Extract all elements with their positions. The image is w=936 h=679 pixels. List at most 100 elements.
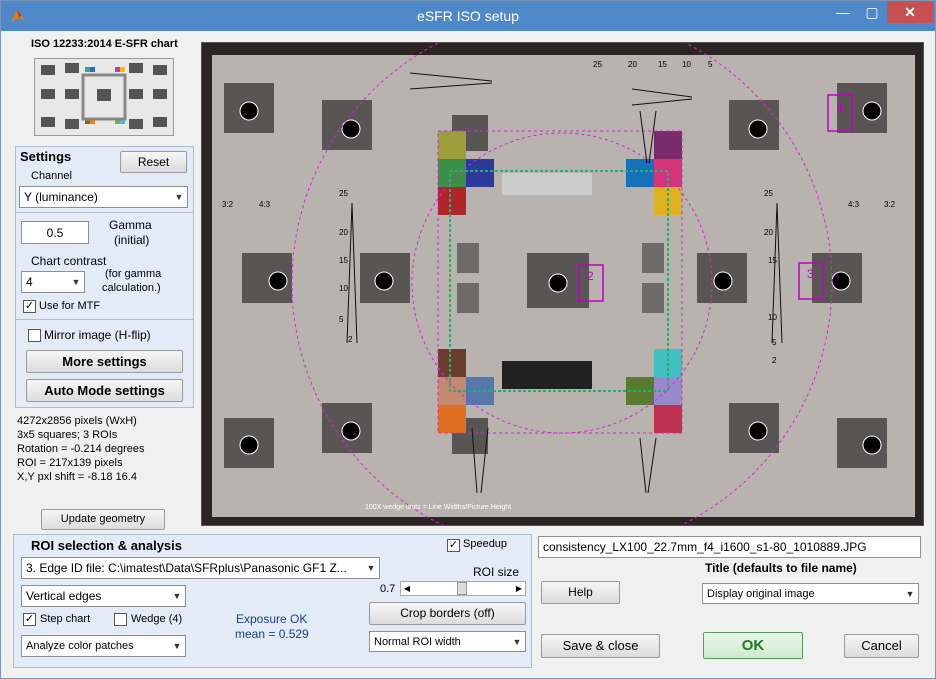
left-scale-2: 2 [348, 335, 353, 344]
channel-select[interactable]: Y (luminance) ▼ [19, 186, 188, 208]
help-button[interactable]: Help [541, 581, 620, 604]
image-size-info: 4272x2856 pixels (WxH) [17, 415, 137, 427]
left-scale-10: 10 [339, 284, 348, 293]
update-geometry-button[interactable]: Update geometry [41, 509, 165, 530]
contrast-note-2: calculation.) [102, 282, 161, 294]
chevron-down-icon: ▼ [512, 637, 522, 647]
divider [16, 319, 193, 320]
more-settings-button[interactable]: More settings [26, 350, 183, 373]
aspect-43-left: 4:3 [259, 200, 271, 209]
analyze-value: Analyze color patches [26, 640, 134, 652]
chevron-down-icon: ▼ [905, 589, 915, 599]
right-scale-15: 15 [768, 256, 777, 265]
wedge-label: Wedge (4) [131, 613, 183, 625]
edge-id-select[interactable]: 3. Edge ID file: C:\imatest\Data\SFRplus… [21, 557, 380, 579]
chart-thumbnail-graphic [35, 59, 173, 135]
top-scale-5: 5 [708, 60, 713, 69]
chevron-down-icon: ▼ [172, 591, 182, 601]
edges-select[interactable]: Vertical edges ▼ [21, 585, 186, 607]
chevron-right-icon[interactable]: ▶ [513, 582, 525, 595]
close-button[interactable]: ✕ [887, 1, 933, 23]
speedup-label: Speedup [463, 538, 508, 550]
top-scale-15: 15 [658, 60, 667, 69]
top-scale-20: 20 [628, 60, 637, 69]
reset-button[interactable]: Reset [120, 151, 187, 173]
chart-contrast-select[interactable]: 4 ▼ [21, 271, 85, 293]
roi-number-2: 2 [587, 269, 594, 283]
roi-number-3: 3 [807, 267, 814, 281]
use-for-mtf-checkbox[interactable]: ✓ [23, 300, 36, 313]
roi-width-value: Normal ROI width [374, 636, 461, 648]
chart-title: ISO 12233:2014 E-SFR chart [31, 38, 178, 50]
display-value: Display original image [707, 588, 815, 600]
chevron-left-icon[interactable]: ◀ [401, 582, 413, 595]
roi-panel-title: ROI selection & analysis [31, 538, 183, 553]
gamma-sublabel: (initial) [114, 233, 150, 247]
save-close-button[interactable]: Save & close [541, 634, 660, 658]
slider-thumb[interactable] [457, 582, 467, 595]
aspect-32-right: 3:2 [884, 200, 896, 209]
wedge-caption: 100X wedge units = Line Widths/Picture H… [365, 504, 512, 511]
right-scale-10: 10 [768, 313, 777, 322]
mirror-image-checkbox[interactable] [28, 329, 41, 342]
wedge-checkbox[interactable] [114, 613, 127, 626]
mirror-image-label: Mirror image (H-flip) [44, 328, 151, 342]
roi-number-1: 1 [837, 100, 844, 114]
esfr-window: eSFR ISO setup — ▢ ✕ ISO 12233:2014 E-SF… [0, 0, 936, 679]
chart-contrast-value: 4 [26, 275, 33, 289]
chevron-down-icon: ▼ [174, 192, 184, 202]
channel-value: Y (luminance) [24, 190, 98, 204]
aspect-32-left: 3:2 [222, 200, 234, 209]
divider [16, 212, 193, 213]
cancel-button[interactable]: Cancel [844, 634, 919, 658]
exposure-status: Exposure OK [236, 612, 308, 626]
right-scale-25: 25 [764, 189, 773, 198]
title-input[interactable]: consistency_LX100_22.7mm_f4_i1600_s1-80_… [538, 536, 921, 558]
speedup-checkbox[interactable]: ✓ [447, 539, 460, 552]
top-scale-25: 25 [593, 60, 602, 69]
pixel-shift-info: X,Y pxl shift = -8.18 16.4 [17, 471, 137, 483]
edge-id-value: 3. Edge ID file: C:\imatest\Data\SFRplus… [26, 561, 347, 575]
chevron-down-icon: ▼ [71, 277, 81, 287]
chevron-down-icon: ▼ [366, 563, 376, 573]
minimize-button[interactable]: — [829, 1, 857, 23]
settings-title: Settings [20, 149, 72, 164]
edges-value: Vertical edges [26, 589, 102, 603]
crop-borders-button[interactable]: Crop borders (off) [369, 602, 526, 625]
roi-width-select[interactable]: Normal ROI width ▼ [369, 631, 526, 652]
rotation-info: Rotation = -0.214 degrees [17, 443, 145, 455]
roi-size-label: ROI size [473, 565, 520, 579]
channel-label: Channel [31, 170, 72, 182]
display-select[interactable]: Display original image ▼ [702, 583, 919, 604]
auto-mode-settings-button[interactable]: Auto Mode settings [26, 379, 183, 402]
left-scale-5: 5 [339, 315, 344, 324]
exposure-mean: mean = 0.529 [235, 627, 309, 641]
roi-size-slider[interactable]: ◀ ▶ [400, 581, 526, 596]
left-scale-25: 25 [339, 189, 348, 198]
maximize-button[interactable]: ▢ [858, 1, 886, 23]
chevron-down-icon: ▼ [172, 641, 182, 651]
step-chart-label: Step chart [40, 613, 91, 625]
step-chart-checkbox[interactable]: ✓ [23, 613, 36, 626]
roi-size-info: ROI = 217x139 pixels [17, 457, 123, 469]
right-scale-2: 2 [772, 356, 777, 365]
analyze-select[interactable]: Analyze color patches ▼ [21, 635, 186, 657]
chart-image[interactable]: 100X wedge units = Line Widths/Picture H… [201, 42, 924, 526]
chart-contrast-label: Chart contrast [31, 254, 107, 268]
aspect-43-right: 4:3 [848, 200, 860, 209]
ok-button[interactable]: OK [703, 632, 803, 659]
left-scale-15: 15 [339, 256, 348, 265]
gamma-input[interactable]: 0.5 [21, 221, 89, 244]
top-scale-10: 10 [682, 60, 691, 69]
gamma-label: Gamma [109, 218, 152, 232]
roi-size-value: 0.7 [380, 583, 396, 595]
right-scale-20: 20 [764, 228, 773, 237]
contrast-note-1: (for gamma [105, 268, 162, 280]
squares-info: 3x5 squares; 3 ROIs [17, 429, 118, 441]
window-title: eSFR ISO setup [417, 8, 519, 24]
use-for-mtf-label: Use for MTF [39, 300, 101, 312]
chart-thumbnail [34, 58, 174, 136]
left-scale-20: 20 [339, 228, 348, 237]
title-label: Title (defaults to file name) [705, 561, 857, 575]
right-scale-5: 5 [772, 338, 777, 347]
